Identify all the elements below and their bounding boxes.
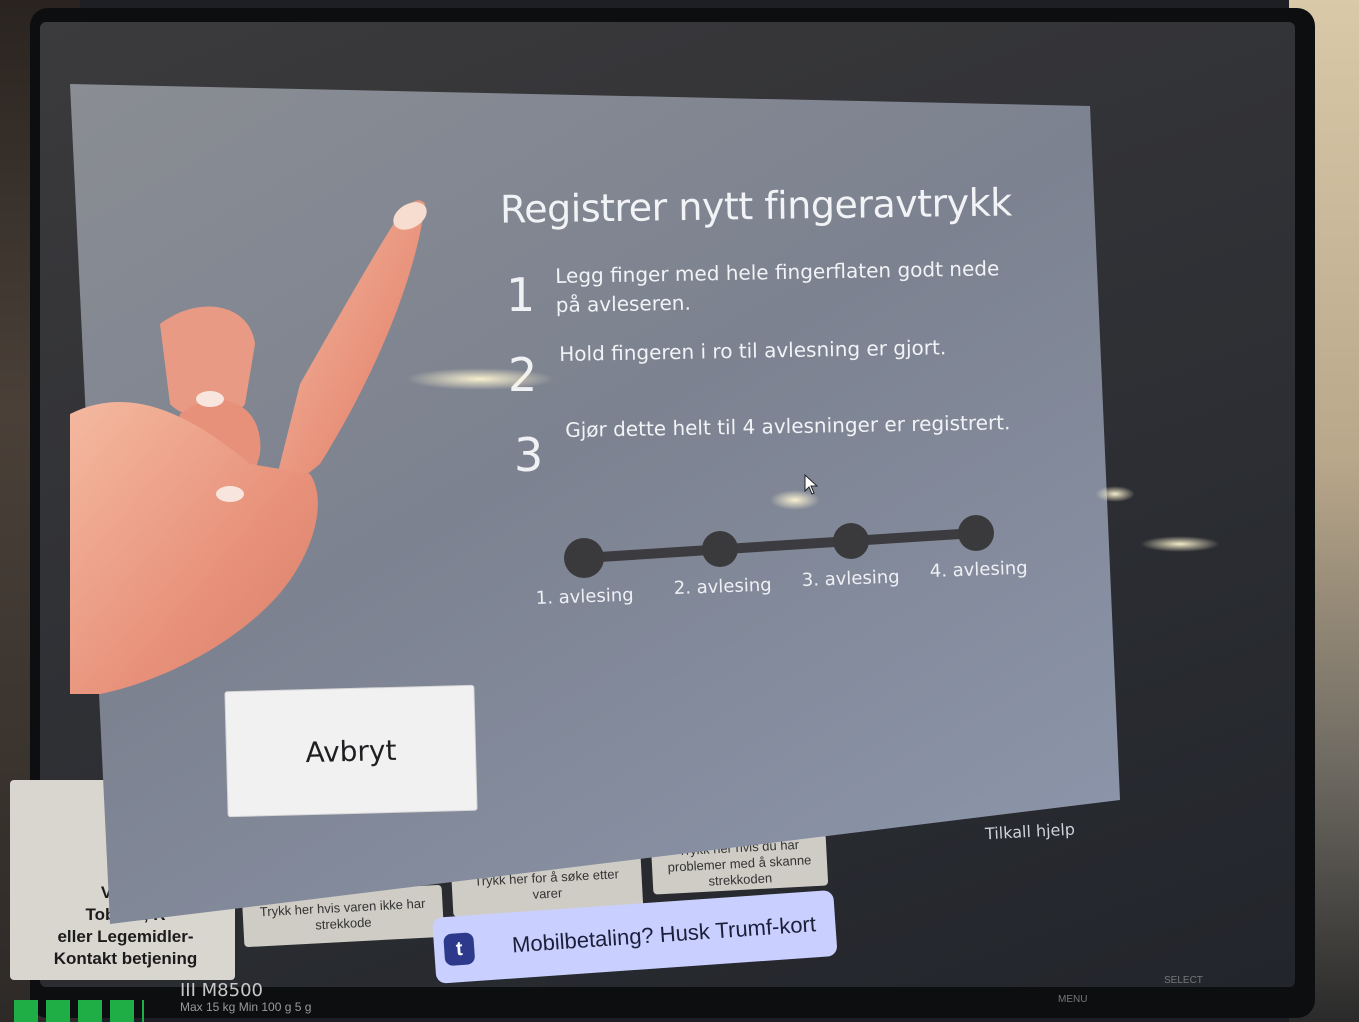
progress-dot-4 <box>958 515 994 551</box>
scale-display-digits <box>14 1000 144 1022</box>
menu-hardware-label: MENU <box>1058 994 1088 1005</box>
progress-label-1: 1. avlesing <box>535 585 634 609</box>
scale-specs-label: Max 15 kg Min 100 g 5 g <box>180 1000 312 1014</box>
progress-dot-1 <box>564 538 604 578</box>
finger-illustration <box>70 200 427 694</box>
mouse-cursor-icon <box>804 474 819 495</box>
reflection-glare <box>1140 536 1220 552</box>
scan-progress-track: 1. avlesing 2. avlesing 3. avlesing 4. a… <box>535 515 1028 609</box>
select-hardware-label: SELECT <box>1164 975 1203 986</box>
trumf-banner-text: Mobilbetaling? Husk Trumf-kort <box>511 911 817 958</box>
progress-line <box>579 528 981 563</box>
modal-title: Registrer nytt fingeravtrykk <box>499 180 1013 232</box>
progress-dot-2 <box>702 531 738 567</box>
scale-model-label: III M8500 <box>180 980 263 1001</box>
step-1-number: 1 <box>506 268 536 322</box>
reflection-glare <box>405 368 555 390</box>
progress-dot-3 <box>833 523 869 559</box>
trumf-logo: t <box>443 932 476 967</box>
step-1-text: Legg finger med hele fingerflaten godt n… <box>555 256 1000 317</box>
reflection-glare <box>1095 486 1135 502</box>
step-3-number: 3 <box>514 428 544 482</box>
progress-label-2: 2. avlesing <box>673 575 772 599</box>
progress-label-4: 4. avlesing <box>929 558 1028 582</box>
cancel-button[interactable]: Avbryt <box>224 684 478 818</box>
progress-label-3: 3. avlesing <box>801 567 900 591</box>
